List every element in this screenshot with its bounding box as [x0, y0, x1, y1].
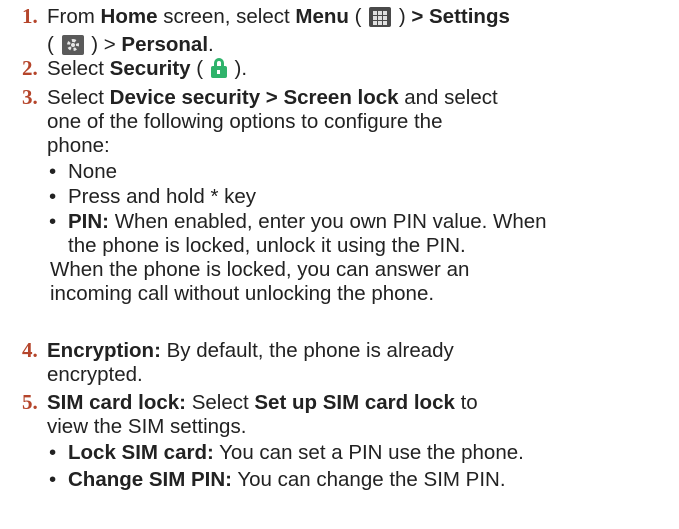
- step-number: 2.: [22, 56, 38, 80]
- step-3-note-2: incoming call without unlocking the phon…: [50, 282, 435, 305]
- bullet-none: • None: [49, 160, 118, 183]
- step-5-line-1: SIM card lock: Select Set up SIM card lo…: [47, 391, 478, 414]
- lock-icon: [210, 58, 227, 78]
- step-4-line-2: encrypted.: [47, 363, 143, 386]
- bullet-change-sim-pin: • Change SIM PIN: You can change the SIM …: [49, 468, 506, 491]
- step-3-line-2: one of the following options to configur…: [47, 110, 443, 133]
- gear-icon: [61, 35, 84, 55]
- step-number: 4.: [22, 338, 38, 362]
- step-3-line-3: phone:: [47, 134, 110, 157]
- step-1-line-1: From Home screen, select Menu ( ) > Sett…: [47, 5, 510, 28]
- instruction-document: 1. From Home screen, select Menu ( ) > S…: [0, 0, 679, 529]
- bullet-press-and-hold: • Press and hold * key: [49, 185, 257, 208]
- step-number: 5.: [22, 390, 38, 414]
- step-number: 1.: [22, 4, 38, 28]
- step-2-line-1: Select Security ( ).: [47, 57, 248, 80]
- step-number: 3.: [22, 85, 38, 109]
- bullet-pin-line-2: the phone is locked, unlock it using the…: [68, 234, 466, 257]
- step-1-line-2: ( ) > Personal.: [47, 33, 214, 56]
- step-4-line-1: Encryption: By default, the phone is alr…: [47, 339, 454, 362]
- bullet-pin: • PIN: When enabled, enter you own PIN va…: [49, 210, 547, 233]
- bullet-lock-sim-card: • Lock SIM card: You can set a PIN use th…: [49, 441, 524, 464]
- step-3-note-1: When the phone is locked, you can answer…: [50, 258, 470, 281]
- step-5-line-2: view the SIM settings.: [47, 415, 247, 438]
- step-3-line-1: Select Device security > Screen lock and…: [47, 86, 498, 109]
- menu-grid-icon: [369, 7, 392, 27]
